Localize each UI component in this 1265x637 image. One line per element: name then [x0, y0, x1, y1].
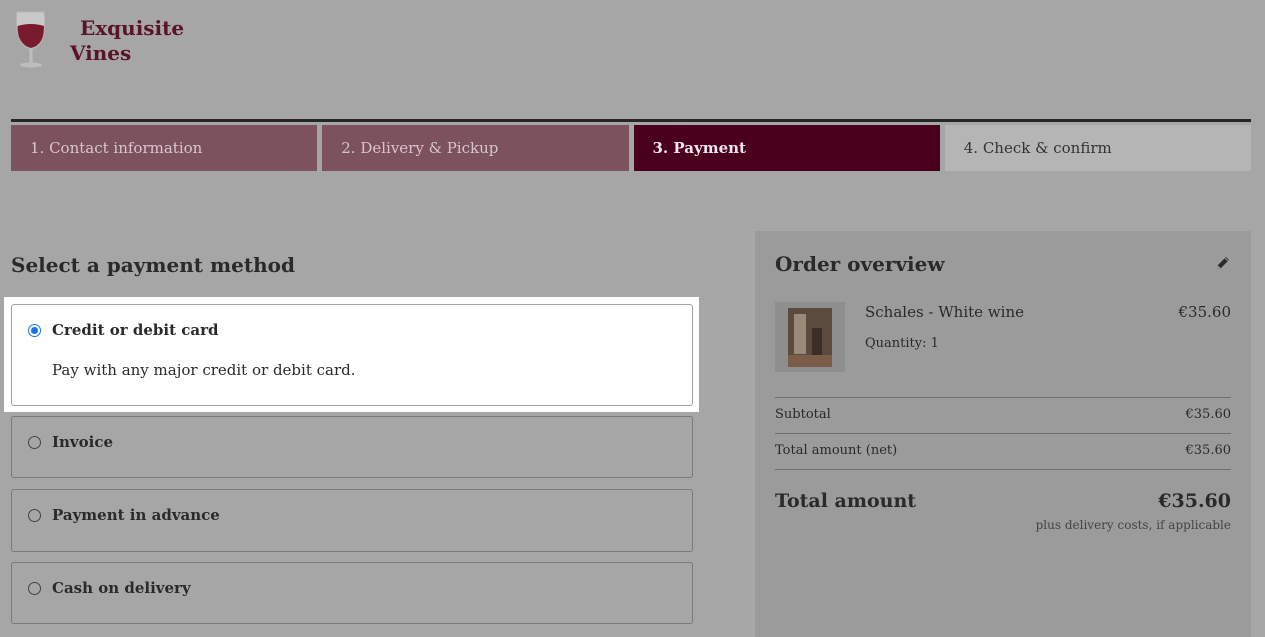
subtotal-label: Subtotal — [775, 407, 831, 422]
divider — [775, 397, 1231, 398]
divider — [775, 469, 1231, 470]
net-total-value: €35.60 — [1185, 443, 1232, 458]
product-thumbnail — [775, 302, 845, 372]
order-overview-title: Order overview — [775, 252, 945, 276]
stepper-divider — [11, 119, 1251, 122]
product-name: Schales - White wine — [865, 303, 1024, 321]
order-overview-panel: Order overview Schales - White wine €35.… — [755, 231, 1251, 637]
subtotal-value: €35.60 — [1185, 407, 1232, 422]
checkout-stepper: 1. Contact information 2. Delivery & Pic… — [11, 125, 1251, 171]
payment-method-advance[interactable]: Payment in advance — [11, 489, 693, 552]
payment-method-invoice[interactable]: Invoice — [11, 416, 693, 478]
payment-method-credit-card[interactable]: Credit or debit card Pay with any major … — [11, 304, 693, 406]
method-label: Credit or debit card — [52, 321, 219, 339]
payment-method-cod[interactable]: Cash on delivery — [11, 562, 693, 624]
method-description: Pay with any major credit or debit card. — [52, 361, 356, 379]
pencil-icon[interactable] — [1215, 255, 1231, 275]
brand-name-line1: Exquisite — [80, 16, 185, 40]
product-price: €35.60 — [1178, 303, 1232, 321]
wine-glass-icon — [15, 11, 46, 68]
step-contact-information[interactable]: 1. Contact information — [11, 125, 318, 171]
divider — [775, 433, 1231, 434]
net-total-label: Total amount (net) — [775, 443, 898, 458]
payment-section-title: Select a payment method — [11, 253, 295, 277]
credit-card-radio[interactable] — [28, 324, 41, 337]
brand-name: Exquisite Vines — [48, 15, 184, 66]
brand-logo[interactable]: Exquisite Vines — [14, 10, 184, 68]
method-label: Invoice — [52, 433, 114, 451]
advance-radio[interactable] — [28, 509, 41, 522]
method-label: Payment in advance — [52, 506, 220, 524]
invoice-radio[interactable] — [28, 436, 41, 449]
step-delivery-pickup[interactable]: 2. Delivery & Pickup — [322, 125, 629, 171]
step-check-confirm: 4. Check & confirm — [944, 125, 1251, 171]
delivery-cost-note: plus delivery costs, if applicable — [1035, 518, 1231, 532]
step-payment[interactable]: 3. Payment — [633, 125, 940, 171]
cod-radio[interactable] — [28, 582, 41, 595]
total-amount-label: Total amount — [775, 490, 917, 512]
total-amount-value: €35.60 — [1158, 490, 1231, 512]
brand-name-line2: Vines — [70, 41, 132, 65]
product-quantity: Quantity: 1 — [865, 336, 939, 351]
method-label: Cash on delivery — [52, 579, 191, 597]
